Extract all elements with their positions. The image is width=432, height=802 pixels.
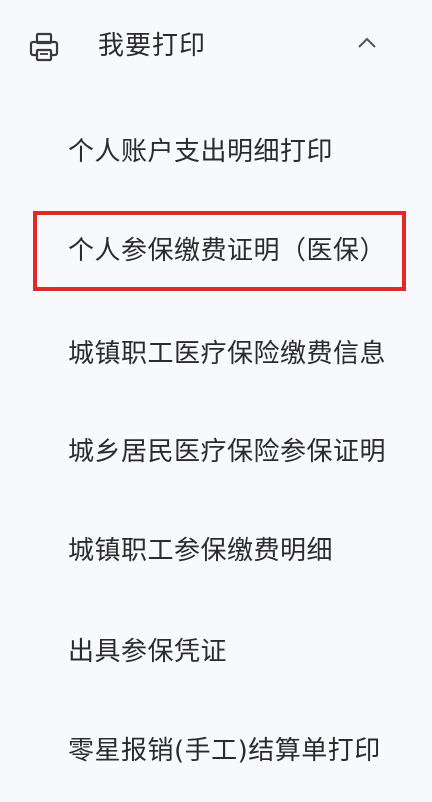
- printer-icon: [29, 32, 59, 62]
- highlight-annotation-box: [33, 211, 406, 291]
- chevron-up-icon[interactable]: [356, 36, 378, 50]
- menu-item-resident-medical-certificate[interactable]: 城乡居民医疗保险参保证明: [0, 416, 432, 488]
- menu-item-label: 个人账户支出明细打印: [68, 137, 334, 167]
- menu-item-manual-reimbursement-print[interactable]: 零星报销(手工)结算单打印: [0, 715, 432, 787]
- print-menu-header[interactable]: 我要打印: [0, 0, 432, 92]
- menu-item-employee-payment-details[interactable]: 城镇职工参保缴费明细: [0, 515, 432, 587]
- menu-item-label: 出具参保凭证: [68, 637, 228, 667]
- menu-item-label: 零星报销(手工)结算单打印: [68, 736, 381, 766]
- menu-item-label: 城乡居民医疗保险参保证明: [68, 437, 387, 467]
- menu-item-account-expense-print[interactable]: 个人账户支出明细打印: [0, 116, 432, 188]
- menu-item-employee-medical-payment-info[interactable]: 城镇职工医疗保险缴费信息: [0, 318, 432, 390]
- print-menu: 我要打印 个人账户支出明细打印 个人参保缴费证明（医保） 城镇职工医疗保险缴费信…: [0, 0, 432, 802]
- menu-item-label: 城镇职工医疗保险缴费信息: [68, 339, 387, 369]
- menu-item-label: 城镇职工参保缴费明细: [68, 536, 334, 566]
- print-menu-title: 我要打印: [98, 31, 207, 61]
- menu-item-insurance-voucher[interactable]: 出具参保凭证: [0, 616, 432, 688]
